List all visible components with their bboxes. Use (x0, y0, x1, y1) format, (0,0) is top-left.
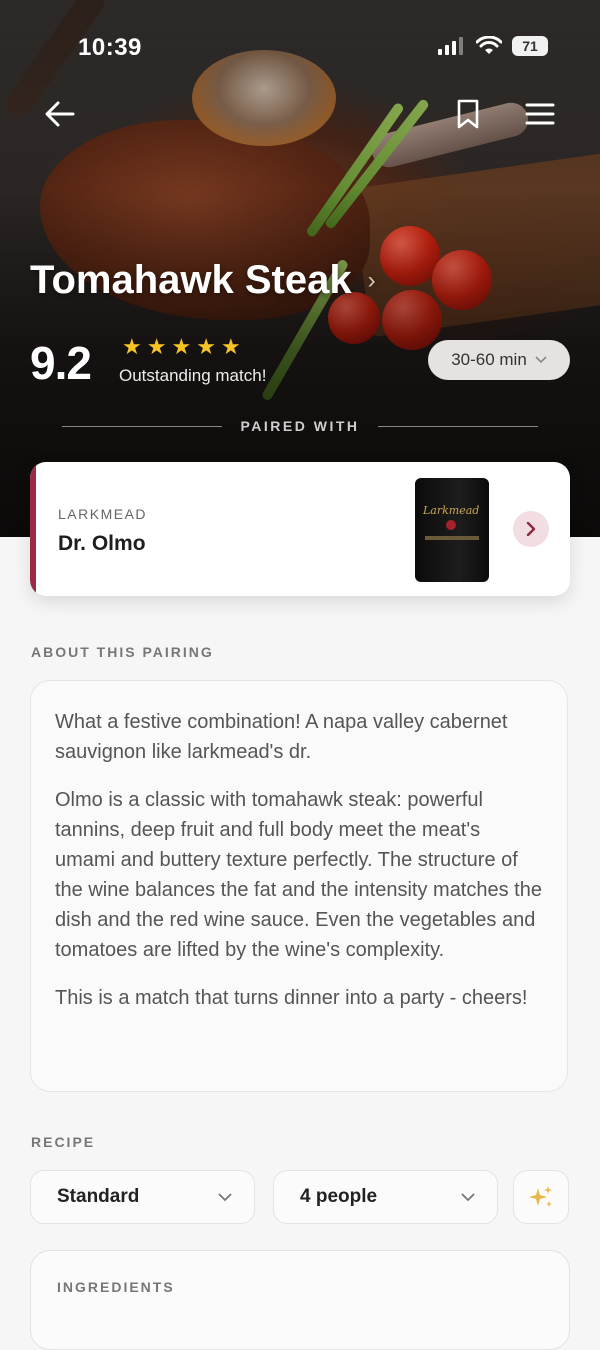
chevron-down-icon (218, 1192, 232, 1201)
about-card: What a festive combination! A napa valle… (30, 680, 568, 1092)
about-paragraph: What a festive combination! A napa valle… (55, 711, 508, 763)
wine-accent-bar (30, 462, 36, 596)
star-icon: ★ (171, 334, 192, 359)
status-time: 10:39 (78, 34, 142, 61)
wifi-icon (476, 36, 502, 54)
bookmark-button[interactable] (448, 94, 488, 134)
arrow-left-icon (45, 101, 75, 127)
servings-value: 4 people (300, 1186, 378, 1207)
chevron-down-icon (461, 1192, 475, 1201)
wine-name: Dr. Olmo (58, 532, 146, 555)
dish-title-link[interactable]: Tomahawk Steak › (30, 258, 376, 303)
hero-image: 10:39 71 Tomahawk Steak › 9.2 ★ ★ ★ ★ ★ … (0, 0, 600, 537)
paired-with-label: PAIRED WITH (240, 418, 360, 434)
ai-sparkle-button[interactable] (513, 1170, 569, 1224)
star-icon: ★ (220, 334, 241, 359)
star-icon: ★ (122, 334, 142, 359)
wine-producer: LARKMEAD (58, 506, 148, 522)
chevron-right-icon: › (367, 266, 376, 294)
menu-button[interactable] (520, 94, 560, 134)
recipe-style-value: Standard (57, 1186, 140, 1207)
dish-title: Tomahawk Steak (30, 258, 352, 302)
star-rating: ★ ★ ★ ★ ★ (122, 335, 241, 359)
star-icon: ★ (196, 334, 216, 359)
cook-time-dropdown[interactable]: 30-60 min (428, 340, 570, 380)
battery-icon: 71 (512, 36, 548, 56)
paired-with-divider: PAIRED WITH (0, 418, 600, 434)
about-heading: ABOUT THIS PAIRING (31, 644, 214, 660)
bookmark-icon (457, 99, 479, 129)
chevron-right-icon (526, 522, 536, 536)
ingredients-heading: INGREDIENTS (57, 1279, 175, 1295)
cook-time-label: 30-60 min (451, 350, 527, 369)
about-paragraph: Olmo is a classic with tomahawk steak: p… (55, 789, 542, 961)
hamburger-menu-icon (525, 103, 555, 125)
wine-card[interactable]: LARKMEAD Dr. Olmo Larkmead (30, 462, 570, 596)
wine-bottle-image: Larkmead (415, 478, 489, 582)
recipe-style-select[interactable]: Standard (30, 1170, 255, 1224)
bottle-label: Larkmead (423, 504, 480, 517)
match-text: Outstanding match! (119, 366, 267, 385)
status-icons: 71 (438, 36, 548, 56)
recipe-heading: RECIPE (31, 1134, 96, 1150)
sparkle-icon (529, 1186, 552, 1207)
about-paragraph: This is a match that turns dinner into a… (55, 987, 528, 1009)
signal-icon (438, 37, 463, 55)
star-icon: ★ (146, 334, 167, 359)
servings-select[interactable]: 4 people (273, 1170, 498, 1224)
match-score: 9.2 (30, 337, 92, 389)
wine-detail-button[interactable] (513, 511, 549, 547)
chevron-down-icon (535, 356, 547, 364)
back-button[interactable] (40, 94, 80, 134)
ingredients-card: INGREDIENTS (30, 1250, 570, 1350)
